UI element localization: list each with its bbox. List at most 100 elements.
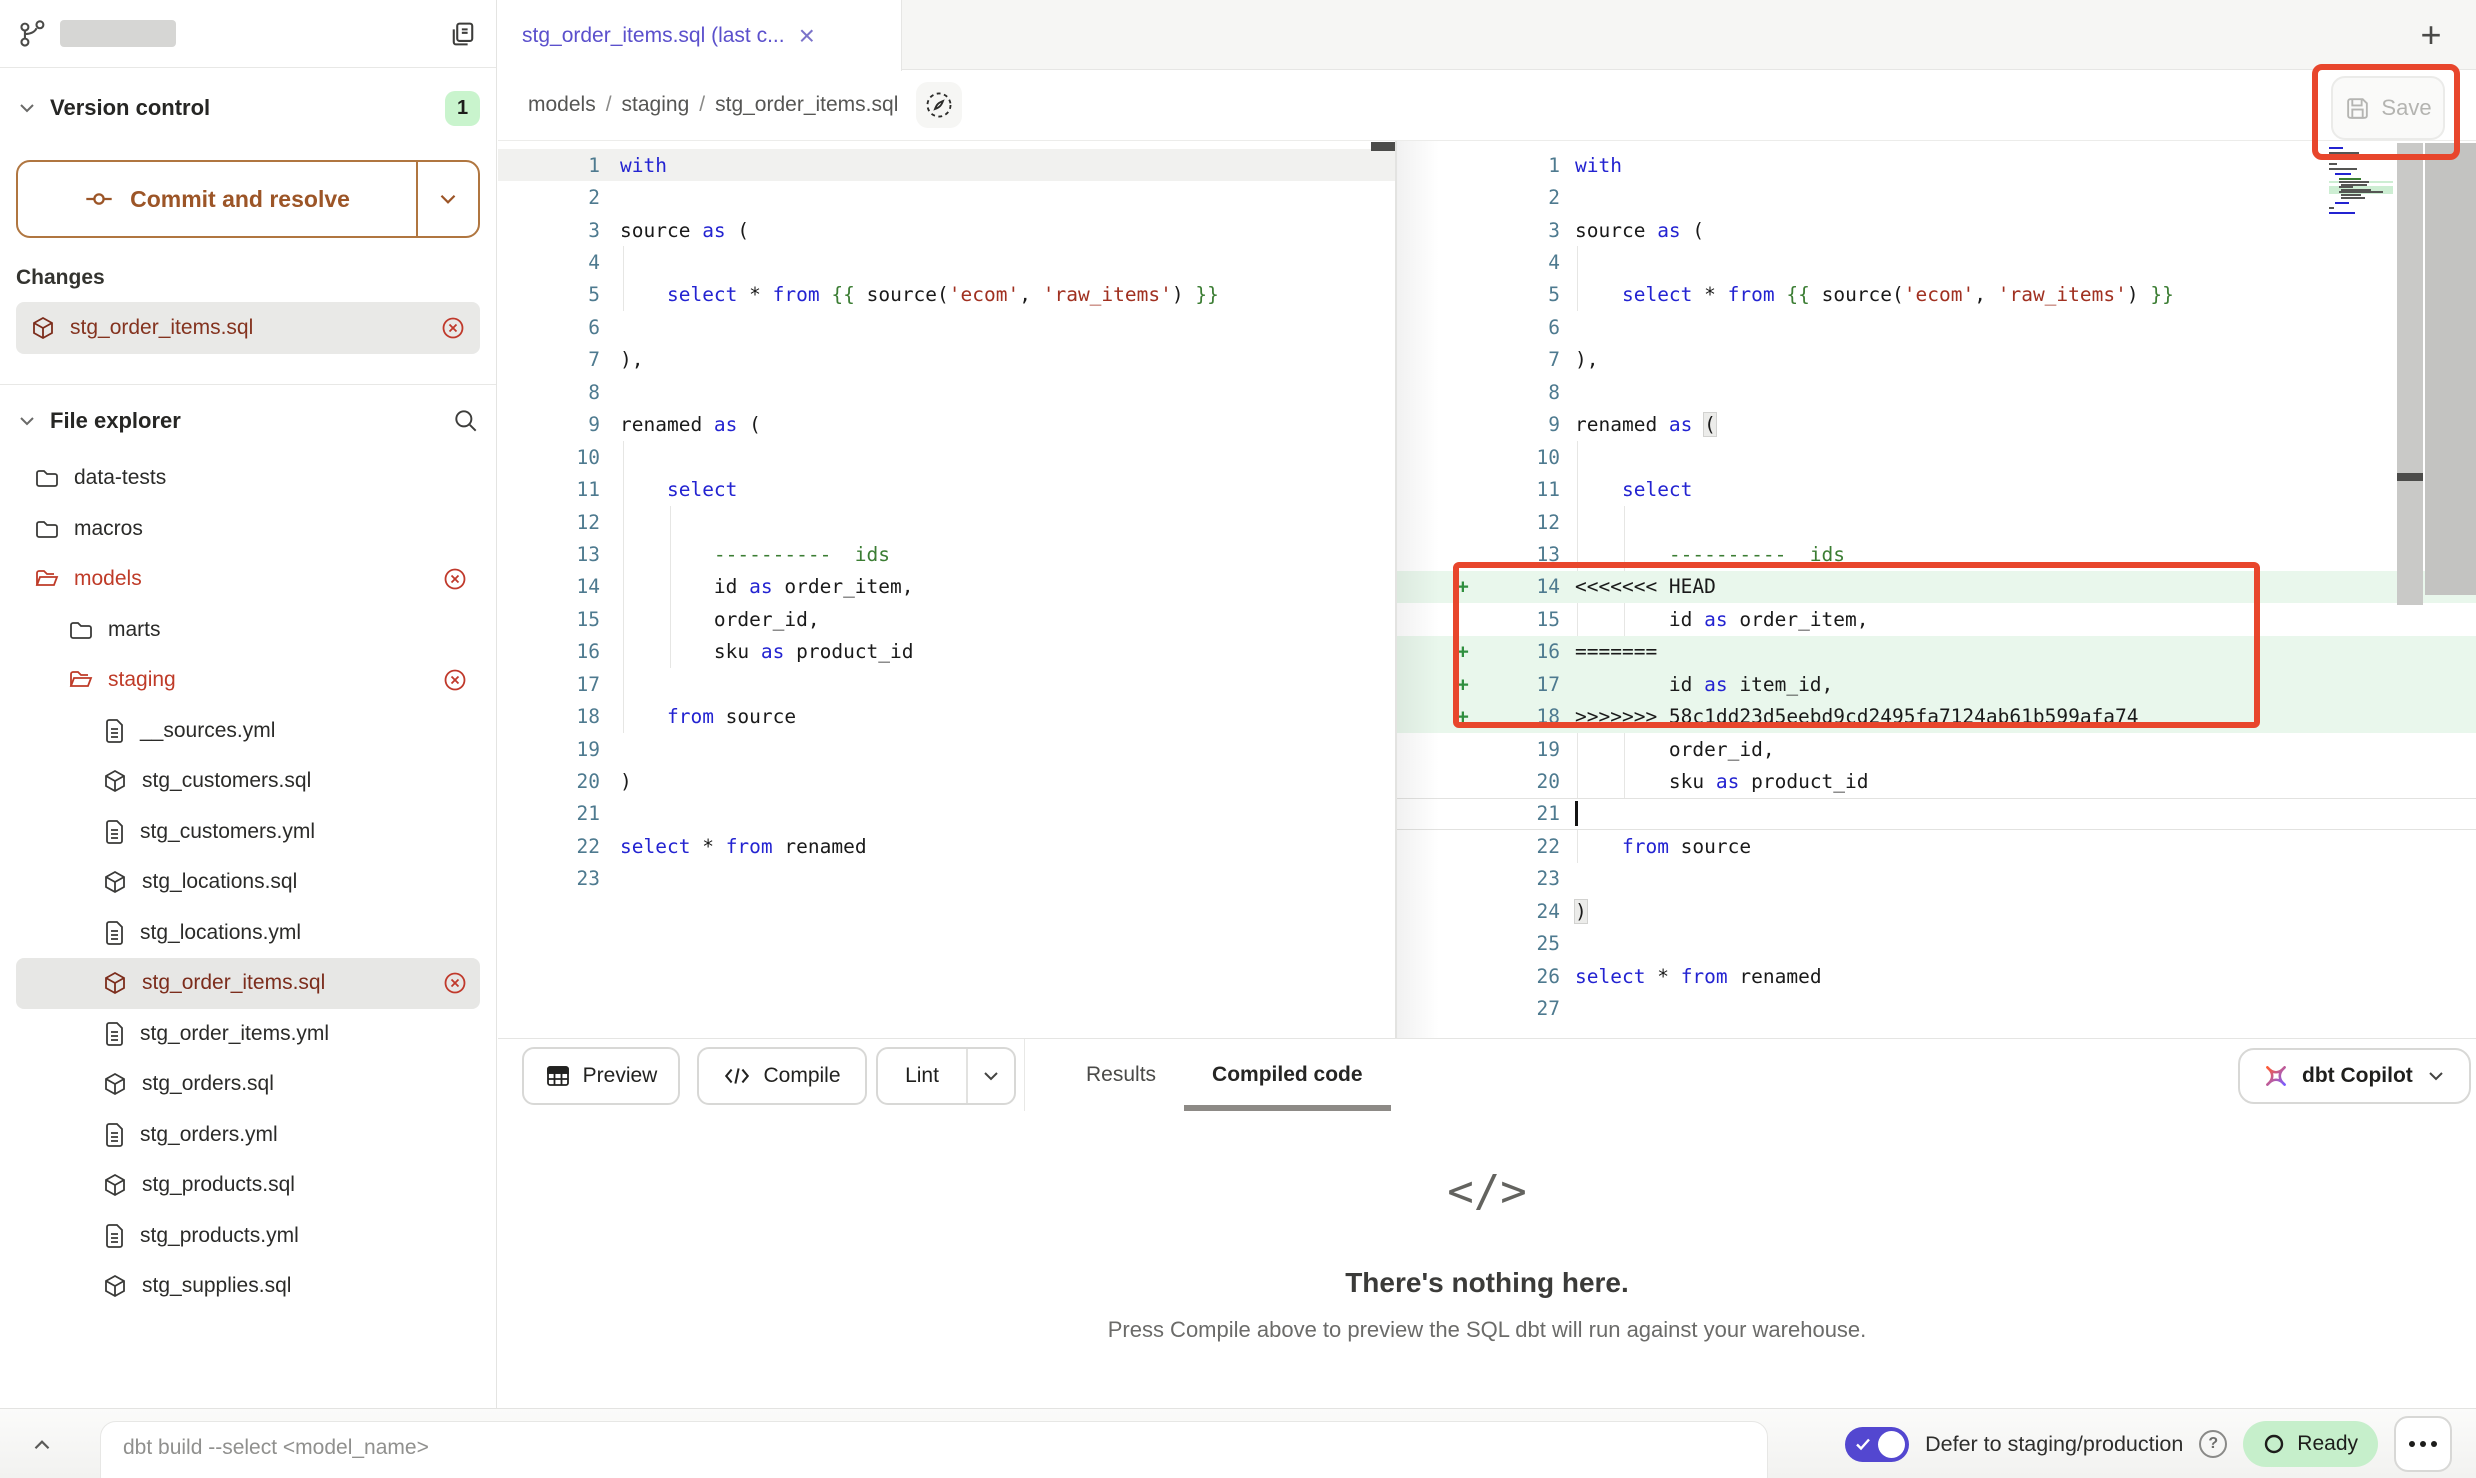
file-item-marts[interactable]: marts (16, 605, 480, 656)
file-item-macros[interactable]: macros (16, 504, 480, 555)
file-item-stg_products.sql[interactable]: stg_products.sql (16, 1160, 480, 1211)
tab-compiled-code[interactable]: Compiled code (1184, 1039, 1391, 1111)
editor-pane-original[interactable]: 1with23source as (45 select * from {{ so… (498, 141, 1395, 1038)
close-tab-icon[interactable]: × (799, 22, 815, 50)
breadcrumb-part[interactable]: staging (622, 93, 690, 116)
file-item-stg_customers.yml[interactable]: stg_customers.yml (16, 807, 480, 858)
copy-icon[interactable] (448, 19, 478, 49)
line-number: 8 (498, 381, 600, 404)
code-line-5: 5 select * from {{ source('ecom', 'raw_i… (498, 279, 1395, 311)
compile-button[interactable]: Compile (697, 1047, 867, 1105)
commit-and-resolve-button[interactable]: Commit and resolve (16, 160, 480, 238)
file-item-staging[interactable]: staging (16, 655, 480, 706)
code-text: ) (1575, 900, 1587, 923)
file-item-stg_products.yml[interactable]: stg_products.yml (16, 1211, 480, 1262)
scrollbar-track-wide[interactable] (2425, 143, 2476, 595)
code-text: ======= (1575, 640, 1657, 663)
code-line-21: 21 (498, 798, 1395, 830)
dbt-copilot-button[interactable]: dbt Copilot (2238, 1048, 2471, 1104)
code-text: >>>>>>> 58c1dd23d5eebd9cd2495fa7124ab61b… (1575, 705, 2139, 728)
code-line-22: 22 select * from renamed (498, 830, 1395, 862)
results-panel: Preview Compile Lint Results Compiled (498, 1038, 2476, 1408)
chevron-down-icon[interactable] (16, 410, 38, 432)
code-line-23: 23 (1397, 863, 2476, 895)
chevron-down-icon (2425, 1065, 2447, 1087)
file-item-data-tests[interactable]: data-tests (16, 453, 480, 504)
compiled-code-empty-state: </> There's nothing here. Press Compile … (498, 1111, 2476, 1408)
code-text: order_id, (620, 608, 820, 631)
defer-toggle[interactable] (1845, 1427, 1909, 1462)
search-icon[interactable] (452, 407, 480, 435)
breadcrumb-part[interactable]: stg_order_items.sql (715, 93, 898, 116)
new-tab-button[interactable]: + (2408, 12, 2454, 58)
line-number: 7 (498, 348, 600, 371)
file-item-stg_locations.sql[interactable]: stg_locations.sql (16, 857, 480, 908)
code-text: order_id, (1575, 738, 1775, 761)
revert-file-icon[interactable] (442, 970, 468, 996)
tab-results[interactable]: Results (1058, 1039, 1184, 1111)
code-line-26: 26select * from renamed (1397, 960, 2476, 992)
file-item-stg_locations.yml[interactable]: stg_locations.yml (16, 908, 480, 959)
file-item-stg_orders.yml[interactable]: stg_orders.yml (16, 1110, 480, 1161)
code-text: select * from renamed (1575, 965, 1822, 988)
file-item-stg_customers.sql[interactable]: stg_customers.sql (16, 756, 480, 807)
code-line-21: 21 (1397, 798, 2476, 830)
chevron-up-icon[interactable] (24, 1427, 60, 1463)
empty-state-title: There's nothing here. (1345, 1267, 1629, 1299)
revert-file-icon[interactable] (442, 667, 468, 693)
line-number: 6 (1502, 316, 1560, 339)
defer-label: Defer to staging/production (1925, 1432, 2183, 1457)
line-number: 12 (498, 511, 600, 534)
code-line-27: 27 (1397, 992, 2476, 1024)
file-item-models[interactable]: models (16, 554, 480, 605)
code-text: ), (620, 348, 643, 371)
file-item-__sources.yml[interactable]: __sources.yml (16, 706, 480, 757)
file-item-stg_orders.sql[interactable]: stg_orders.sql (16, 1059, 480, 1110)
file-item-label: macros (74, 517, 143, 541)
lineage-button[interactable] (916, 82, 962, 128)
lint-button[interactable]: Lint (876, 1047, 1016, 1105)
command-input[interactable]: dbt build --select <model_name> (100, 1421, 1768, 1478)
file-item-stg_supplies.sql[interactable]: stg_supplies.sql (16, 1261, 480, 1312)
line-number: 16 (1502, 640, 1560, 663)
revert-file-icon[interactable] (442, 566, 468, 592)
preview-button[interactable]: Preview (522, 1047, 680, 1105)
doc-icon (102, 920, 126, 946)
commit-options-caret[interactable] (416, 162, 478, 236)
line-number: 15 (1502, 608, 1560, 631)
diff-gutter (1397, 932, 1502, 955)
editor-pane-modified[interactable]: 1with 2 3source as ( 4 5 select * from {… (1397, 141, 2476, 1038)
diff-gutter (1397, 219, 1502, 242)
lint-options-caret[interactable] (966, 1049, 1014, 1103)
line-number: 18 (498, 705, 600, 728)
more-options-button[interactable] (2394, 1416, 2452, 1472)
file-item-stg_order_items.yml[interactable]: stg_order_items.yml (16, 1009, 480, 1060)
doc-icon (102, 1021, 126, 1047)
lint-label[interactable]: Lint (878, 1049, 966, 1103)
left-pane-scrollbar-thumb[interactable] (1371, 142, 1395, 151)
line-number: 9 (1502, 413, 1560, 436)
preview-label: Preview (583, 1064, 658, 1088)
scrollbar-track-narrow[interactable] (2397, 143, 2423, 605)
breadcrumb-part[interactable]: models (528, 93, 596, 116)
code-text: select * from renamed (620, 835, 867, 858)
chevron-down-icon[interactable] (16, 97, 38, 119)
line-number: 22 (498, 835, 600, 858)
save-button[interactable]: Save (2331, 76, 2445, 140)
git-branch-icon (18, 19, 48, 49)
file-item-label: stg_locations.yml (140, 921, 301, 945)
tab-stg-order-items[interactable]: stg_order_items.sql (last c... × (498, 0, 902, 71)
dbt-cloud-ide: Version control 1 Commit and resolve (0, 0, 2476, 1478)
code-line-8: 8 (498, 376, 1395, 408)
revert-file-icon[interactable] (440, 315, 466, 341)
changed-file-row[interactable]: stg_order_items.sql (16, 302, 480, 354)
diff-gutter (1397, 413, 1502, 436)
status-badge-label: Ready (2297, 1432, 2358, 1456)
help-icon[interactable]: ? (2199, 1430, 2227, 1458)
minimap[interactable] (2329, 147, 2393, 214)
folder-icon (34, 465, 60, 491)
diff-gutter (1397, 446, 1502, 469)
circle-icon (2263, 1433, 2285, 1455)
line-number: 4 (1502, 251, 1560, 274)
file-item-stg_order_items.sql[interactable]: stg_order_items.sql (16, 958, 480, 1009)
